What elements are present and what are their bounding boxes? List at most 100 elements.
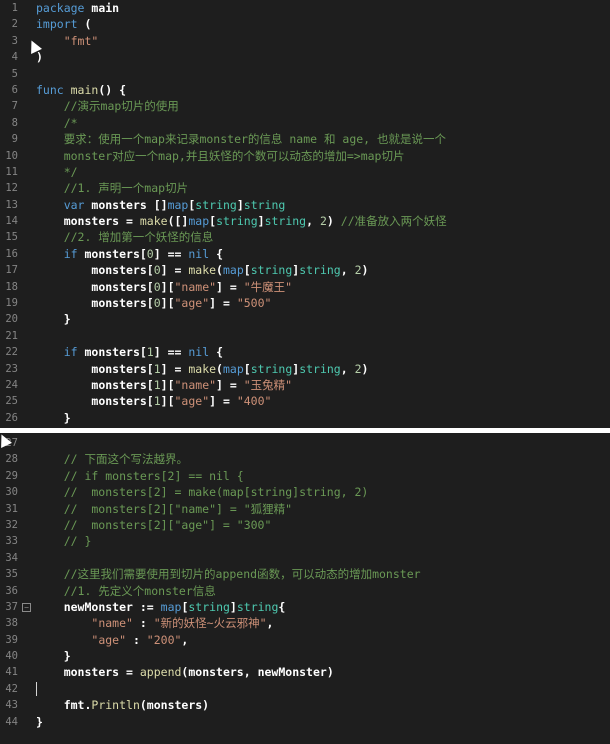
code-token: monster对应一个map,并且妖怪的个数可以动态的增加=>map切片 — [36, 148, 405, 163]
fold-toggle-icon[interactable]: − — [22, 602, 31, 612]
code-token: (monsters, newMonster) — [181, 665, 334, 680]
code-token: 0 — [146, 246, 154, 261]
code-line[interactable]: 14 monsters = make([]map[string]string, … — [0, 213, 610, 229]
line-number: 42 — [5, 682, 18, 695]
code-line[interactable]: 25 monsters[1]["age"] = "400" — [0, 393, 610, 409]
code-line[interactable]: 28 // 下面这个写法越界。 — [0, 451, 610, 467]
code-token: } — [36, 714, 43, 729]
code-text: //这里我们需要使用到切片的append函数，可以动态的增加monster — [36, 566, 421, 582]
code-line[interactable]: 6 func main() { — [0, 82, 610, 98]
code-text: monsters[0]["age"] = "500" — [36, 295, 271, 311]
code-token: ] — [236, 197, 244, 212]
code-line[interactable]: 2 import ( — [0, 16, 610, 32]
code-line[interactable]: 41 monsters = append(monsters, newMonste… — [0, 664, 610, 680]
code-token: monsters[ — [84, 246, 147, 261]
code-token: 要求：使用一个map来记录monster的信息 name 和 age, 也就是说… — [36, 132, 447, 147]
code-line[interactable]: 9 要求：使用一个map来记录monster的信息 name 和 age, 也就… — [0, 131, 610, 147]
code-line[interactable]: 36 //1. 先定义个monster信息 — [0, 583, 610, 599]
code-line[interactable]: 31 // monsters[2]["name"] = "狐狸精" — [0, 501, 610, 517]
line-number: 23 — [5, 362, 18, 375]
code-token: string — [216, 214, 258, 229]
code-token: , — [266, 616, 274, 631]
code-line[interactable]: 5 — [0, 66, 610, 82]
code-line[interactable]: 26 } — [0, 410, 610, 426]
code-text: /* — [36, 115, 78, 131]
code-token: 0 — [153, 279, 161, 294]
code-line[interactable]: 19 monsters[0]["age"] = "500" — [0, 295, 610, 311]
code-text: package main — [36, 0, 119, 16]
code-text: // 下面这个写法越界。 — [36, 451, 188, 467]
code-line[interactable]: 29 // if monsters[2] == nil { — [0, 468, 610, 484]
code-token: ] = — [209, 394, 237, 409]
code-line[interactable]: 38 "name" : "新的妖怪~火云邪神", — [0, 615, 610, 631]
code-token: ( — [84, 17, 92, 32]
code-line[interactable]: 43 fmt.Println(monsters) — [0, 697, 610, 713]
code-token: // } — [36, 534, 92, 549]
code-line[interactable]: 35 //这里我们需要使用到切片的append函数，可以动态的增加monster — [0, 566, 610, 582]
code-line[interactable]: 37− newMonster := map[string]string{ — [0, 599, 610, 615]
code-line[interactable]: 39 "age" : "200", — [0, 632, 610, 648]
line-number: 6 — [11, 83, 18, 96]
code-token: //演示map切片的使用 — [36, 99, 179, 114]
editor-pane-top[interactable]: 1 package main 2 import (3 "fmt" 4) 5 6 func ma… — [0, 0, 610, 428]
code-line[interactable]: 24 monsters[1]["name"] = "玉兔精" — [0, 377, 610, 393]
code-token: "牛魔王" — [243, 279, 293, 294]
code-line[interactable]: 33 // } — [0, 533, 610, 549]
code-token: 1 — [153, 377, 161, 392]
code-line[interactable]: 40 } — [0, 648, 610, 664]
code-line[interactable]: 15 //2. 增加第一个妖怪的信息 — [0, 229, 610, 245]
code-token: var — [63, 197, 92, 212]
code-line[interactable]: 10 monster对应一个map,并且妖怪的个数可以动态的增加=>map切片 — [0, 148, 610, 164]
code-line[interactable]: 22 if monsters[1] == nil { — [0, 344, 610, 360]
code-text: "fmt" — [36, 33, 99, 49]
line-number: 39 — [5, 633, 18, 646]
line-number: 12 — [5, 182, 18, 195]
code-line[interactable]: 23 monsters[1] = make(map[string]string,… — [0, 361, 610, 377]
code-line[interactable]: 42 — [0, 681, 610, 697]
code-token: ] = — [160, 361, 189, 376]
code-line[interactable]: 16 if monsters[0] == nil { — [0, 246, 610, 262]
code-line[interactable]: 20 } — [0, 311, 610, 327]
line-number: 33 — [5, 535, 18, 548]
code-line[interactable]: 44} — [0, 714, 610, 730]
line-number: 3 — [11, 34, 18, 47]
code-line[interactable]: 8 /* — [0, 115, 610, 131]
line-number: 2 — [11, 18, 18, 31]
code-line[interactable]: 17 monsters[0] = make(map[string]string,… — [0, 262, 610, 278]
line-number: 7 — [11, 100, 18, 113]
code-token: ] = — [216, 377, 244, 392]
code-line[interactable]: 13 var monsters []map[string]string — [0, 197, 610, 213]
code-text: if monsters[0] == nil { — [36, 246, 223, 262]
code-line[interactable]: 7 //演示map切片的使用 — [0, 98, 610, 114]
code-line[interactable]: 21 — [0, 328, 610, 344]
line-number: 15 — [5, 231, 18, 244]
code-line[interactable]: 32 // monsters[2]["age"] = "300" — [0, 517, 610, 533]
line-number: 14 — [5, 215, 18, 228]
code-text: 要求：使用一个map来记录monster的信息 name 和 age, 也就是说… — [36, 131, 446, 147]
code-text: monsters[0] = make(map[string]string, 2) — [36, 262, 368, 278]
code-line[interactable]: 34 — [0, 550, 610, 566]
editor-pane-bottom[interactable]: 27 28 // 下面这个写法越界。 29 // if monsters[2] ==… — [0, 433, 610, 744]
code-text: // monsters[2]["age"] = "300" — [36, 517, 272, 533]
code-line[interactable]: 30 // monsters[2] = make(map[string]stri… — [0, 484, 610, 500]
code-line[interactable]: 4) — [0, 49, 610, 65]
code-line[interactable]: 27 — [0, 435, 610, 451]
code-text: //1. 先定义个monster信息 — [36, 583, 216, 599]
code-token: monsters[ — [84, 345, 147, 360]
code-line[interactable]: 3 "fmt" — [0, 33, 610, 49]
code-line[interactable]: 1 package main — [0, 0, 610, 16]
code-line[interactable]: 12 //1. 声明一个map切片 — [0, 180, 610, 196]
line-number: 17 — [5, 264, 18, 277]
code-token: [ — [243, 361, 251, 376]
code-line[interactable]: 11 */ — [0, 164, 610, 180]
code-token: { — [278, 599, 286, 614]
line-number: 18 — [5, 280, 18, 293]
code-token: // if monsters[2] == nil { — [36, 468, 244, 483]
code-line[interactable]: 18 monsters[0]["name"] = "牛魔王" — [0, 279, 610, 295]
